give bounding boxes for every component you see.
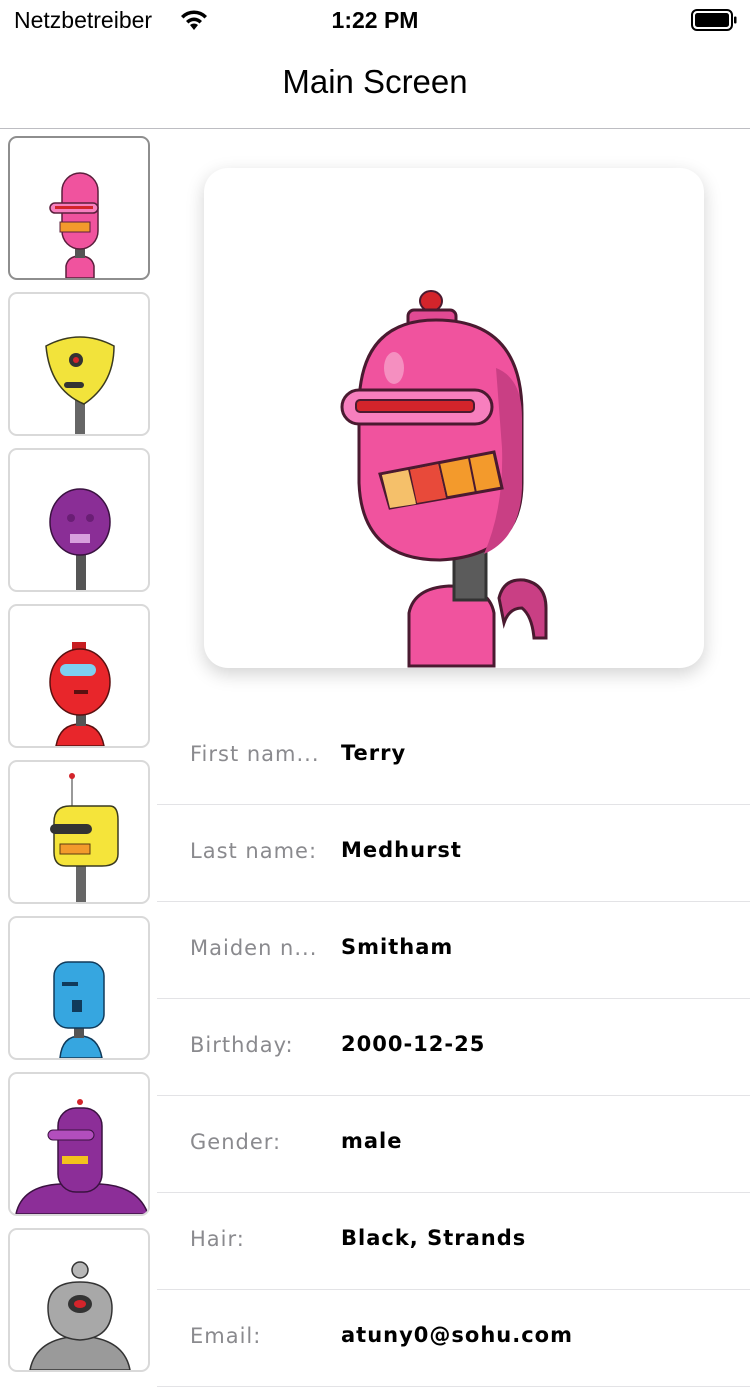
robot-thumbnail-pink[interactable] xyxy=(8,136,150,280)
detail-label: First nam... xyxy=(190,742,320,766)
robot-thumbnail-yellow-antenna[interactable] xyxy=(8,760,150,904)
robot-avatar-image xyxy=(49,172,99,278)
status-bar: Netzbetreiber 1:22 PM xyxy=(0,0,750,40)
robot-thumbnail-purple-wide[interactable] xyxy=(8,1072,150,1216)
detail-value: atuny0@sohu.com xyxy=(341,1323,573,1347)
detail-value: Medhurst xyxy=(341,838,462,862)
navigation-bar: Main Screen xyxy=(0,40,750,129)
detail-row-maiden-name: Maiden n... Smitham xyxy=(157,902,750,999)
robot-avatar-image xyxy=(15,1099,148,1214)
status-time: 1:22 PM xyxy=(331,7,419,33)
detail-label: Last name: xyxy=(190,839,318,863)
robot-avatar-image xyxy=(45,336,115,434)
detail-label: Birthday: xyxy=(190,1033,294,1057)
detail-value: male xyxy=(341,1129,403,1153)
robot-thumbnail-list[interactable] xyxy=(8,136,150,1384)
robot-avatar-image xyxy=(49,488,111,590)
robot-avatar-image xyxy=(49,642,111,746)
detail-value: 2000-12-25 xyxy=(341,1032,486,1056)
detail-value: Terry xyxy=(341,741,407,765)
selected-robot-card xyxy=(204,168,704,668)
detail-label: Maiden n... xyxy=(190,936,318,960)
detail-value: Smitham xyxy=(341,935,454,959)
detail-row-birthday: Birthday: 2000-12-25 xyxy=(157,999,750,1096)
robot-avatar-image xyxy=(29,1261,131,1370)
robot-details-table: First nam... Terry Last name: Medhurst M… xyxy=(157,708,750,1387)
detail-label: Gender: xyxy=(190,1130,282,1154)
robot-thumbnail-yellow[interactable] xyxy=(8,292,150,436)
robot-thumbnail-blue[interactable] xyxy=(8,916,150,1060)
detail-label: Email: xyxy=(190,1324,262,1348)
detail-row-last-name: Last name: Medhurst xyxy=(157,805,750,902)
robot-thumbnail-gray[interactable] xyxy=(8,1228,150,1372)
detail-row-email: Email: atuny0@sohu.com xyxy=(157,1290,750,1387)
detail-row-gender: Gender: male xyxy=(157,1096,750,1193)
robot-thumbnail-purple[interactable] xyxy=(8,448,150,592)
robot-thumbnail-red[interactable] xyxy=(8,604,150,748)
robot-avatar-large xyxy=(340,290,548,668)
robot-avatar-image xyxy=(53,961,105,1058)
detail-value: Black, Strands xyxy=(341,1226,527,1250)
detail-row-first-name: First nam... Terry xyxy=(157,708,750,805)
detail-label: Hair: xyxy=(190,1227,245,1251)
battery-icon xyxy=(691,9,737,31)
robot-avatar-image xyxy=(50,773,119,902)
page-title: Main Screen xyxy=(282,63,468,100)
detail-row-hair: Hair: Black, Strands xyxy=(157,1193,750,1290)
